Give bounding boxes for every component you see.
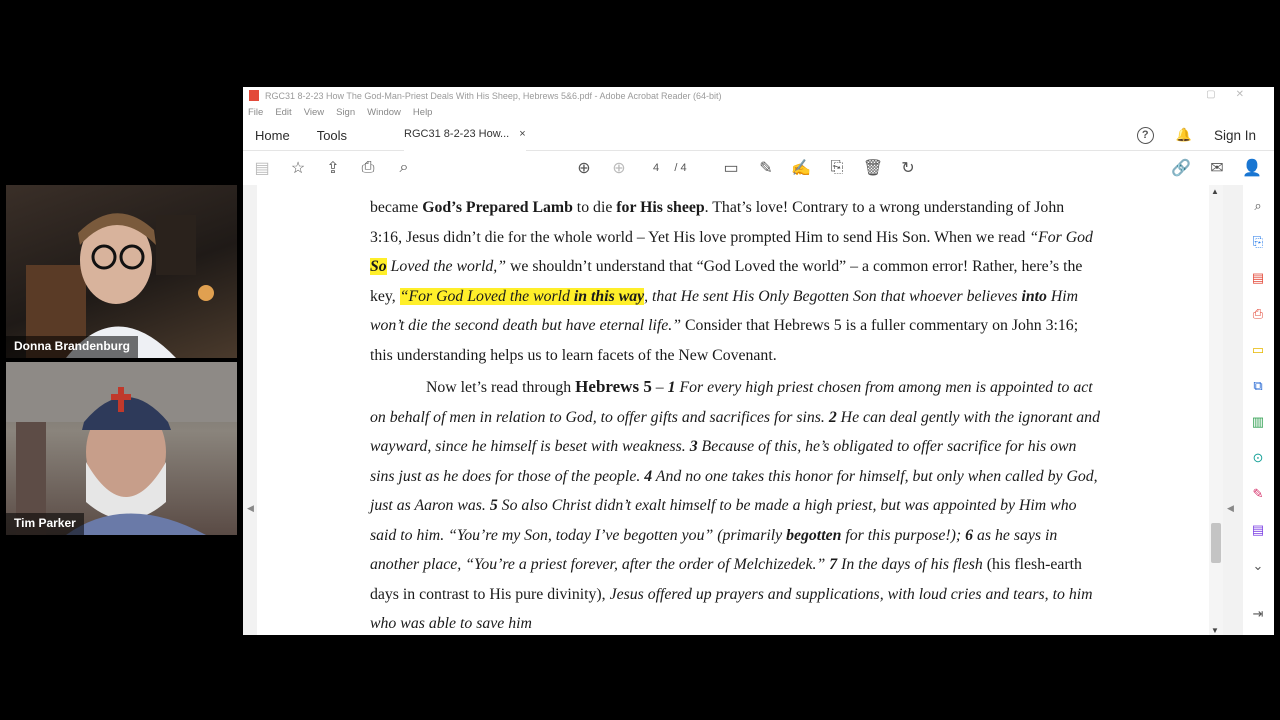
page-down-icon[interactable]: ⊕ xyxy=(608,157,630,179)
star-icon[interactable]: ☆ xyxy=(287,157,309,179)
stamp-icon[interactable]: ⎘ xyxy=(826,157,848,179)
document-area: ◀ became God’s Prepared Lamb to die for … xyxy=(243,185,1274,635)
scroll-down-icon[interactable]: ▼ xyxy=(1211,626,1219,635)
right-panel-toggle-icon[interactable]: ◀ xyxy=(1227,503,1234,514)
combine-icon[interactable]: ⧉ xyxy=(1249,377,1267,395)
tab-home[interactable]: Home xyxy=(255,128,290,143)
page-up-icon[interactable]: ⊕ xyxy=(573,157,595,179)
scan-icon[interactable]: ✎ xyxy=(1249,485,1267,503)
close-tab-icon[interactable]: × xyxy=(519,128,525,140)
tab-tools[interactable]: Tools xyxy=(317,128,347,143)
video-tile-tim[interactable]: Tim Parker xyxy=(6,362,237,535)
page-indicator[interactable]: 4 / 4 xyxy=(653,162,687,174)
right-tools-panel: ⌕ ⎘ ▤ ⎙ ▭ ⧉ ▥ ⊙ ✎ ▤ ⌄ ⇥ xyxy=(1243,185,1274,635)
collapse-panel-icon[interactable]: ⇥ xyxy=(1249,605,1267,623)
menu-bar: File Edit View Sign Window Help xyxy=(243,104,1274,120)
share-user-icon[interactable]: 👤 xyxy=(1241,157,1263,179)
left-panel-toggle-icon[interactable]: ◀ xyxy=(247,503,254,514)
search-panel-icon[interactable]: ⌕ xyxy=(1249,197,1267,215)
mail-icon[interactable]: ✉ xyxy=(1206,157,1228,179)
pdf-page: became God’s Prepared Lamb to die for Hi… xyxy=(257,185,1209,635)
link-icon[interactable]: 🔗 xyxy=(1170,157,1192,179)
edit-pdf-icon[interactable]: ⎙ xyxy=(1249,305,1267,323)
video-tile-donna[interactable]: Donna Brandenburg xyxy=(6,185,237,358)
menu-file[interactable]: File xyxy=(248,107,263,118)
paragraph-2: Now let’s read through Hebrews 5 – 1 For… xyxy=(370,377,1100,632)
page-current[interactable]: 4 xyxy=(653,162,659,174)
window-title: RGC31 8-2-23 How The God-Man-Priest Deal… xyxy=(265,90,722,101)
scroll-thumb[interactable] xyxy=(1211,523,1221,563)
delete-icon[interactable]: 🗑 xyxy=(862,157,884,179)
sign-icon[interactable]: ✍ xyxy=(790,157,812,179)
pdf-reader-window: RGC31 8-2-23 How The God-Man-Priest Deal… xyxy=(243,87,1274,635)
title-bar: RGC31 8-2-23 How The God-Man-Priest Deal… xyxy=(243,87,1274,104)
print-icon[interactable]: ⎙ xyxy=(357,157,379,179)
comment-icon[interactable]: ▭ xyxy=(720,157,742,179)
tab-document[interactable]: RGC31 8-2-23 How... × xyxy=(404,119,526,151)
menu-sign[interactable]: Sign xyxy=(336,107,355,118)
pen-icon[interactable]: ✎ xyxy=(755,157,777,179)
help-icon[interactable]: ? xyxy=(1136,126,1154,144)
more-icon[interactable]: ⌄ xyxy=(1249,557,1267,575)
scroll-up-icon[interactable]: ▲ xyxy=(1211,187,1219,196)
participant-video-tim xyxy=(6,362,237,535)
export-pdf-icon[interactable]: ⎘ xyxy=(1249,233,1267,251)
menu-edit[interactable]: Edit xyxy=(275,107,291,118)
vertical-scrollbar[interactable]: ▲ ▼ xyxy=(1209,185,1223,635)
tab-document-label: RGC31 8-2-23 How... xyxy=(404,128,510,140)
participant-video-donna xyxy=(26,213,214,358)
participant-name: Donna Brandenburg xyxy=(6,336,138,358)
sign-in-button[interactable]: Sign In xyxy=(1214,128,1256,143)
save-icon[interactable]: ▤ xyxy=(251,157,273,179)
comment-panel-icon[interactable]: ▭ xyxy=(1249,341,1267,359)
notification-bell-icon[interactable]: 🔔 xyxy=(1176,127,1192,143)
highlight: “For God Loved the world xyxy=(399,287,574,305)
page-text: became God’s Prepared Lamb to die for Hi… xyxy=(370,193,1100,635)
organize-icon[interactable]: ▤ xyxy=(1249,269,1267,287)
menu-view[interactable]: View xyxy=(304,107,324,118)
create-pdf-icon[interactable]: ▤ xyxy=(1249,521,1267,539)
upload-icon[interactable]: ⇪ xyxy=(322,157,344,179)
rotate-icon[interactable]: ↻ xyxy=(897,157,919,179)
participant-name: Tim Parker xyxy=(6,513,84,535)
fill-sign-icon[interactable]: ▥ xyxy=(1249,413,1267,431)
toolbar: ▤ ☆ ⇪ ⎙ ⌕ ⊕ ⊕ 4 / 4 ▭ ✎ ✍ ⎘ 🗑 ↻ 🔗 ✉ 👤 xyxy=(243,151,1274,186)
protect-icon[interactable]: ⊙ xyxy=(1249,449,1267,467)
tab-bar: Home Tools RGC31 8-2-23 How... × ? 🔔 Sig… xyxy=(243,120,1274,151)
paragraph-1: became God’s Prepared Lamb to die for Hi… xyxy=(370,199,1093,364)
pdf-file-icon xyxy=(249,90,259,101)
window-controls[interactable]: ▢✕ xyxy=(1206,89,1264,100)
zoom-icon[interactable]: ⌕ xyxy=(393,157,415,179)
menu-window[interactable]: Window xyxy=(367,107,401,118)
page-total: / 4 xyxy=(674,162,687,174)
menu-help[interactable]: Help xyxy=(413,107,433,118)
